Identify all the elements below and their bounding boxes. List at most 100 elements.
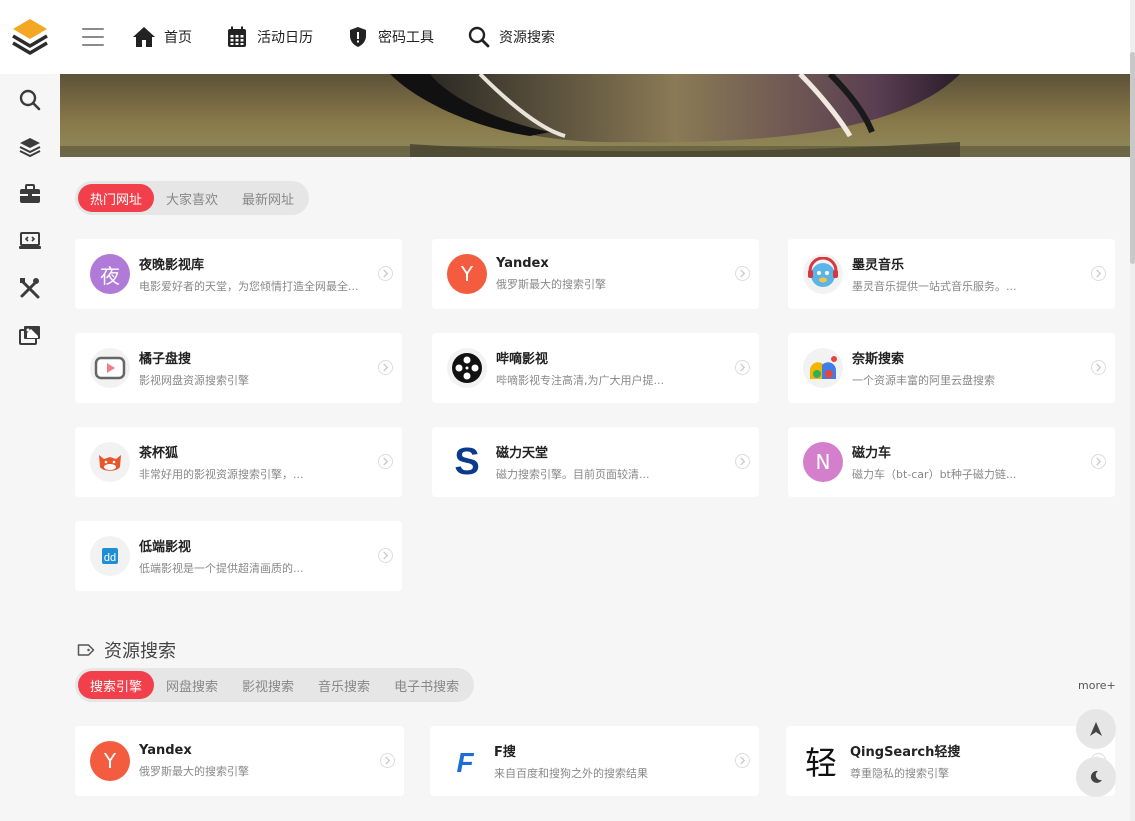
search-site-card-desc: 来自百度和搜狗之外的搜索结果	[494, 767, 648, 780]
search-site-card-avatar-text: Y	[103, 749, 117, 773]
hot-site-card-name: 磁力天堂	[496, 446, 549, 461]
section-title-resource-search: 资源搜索	[76, 637, 176, 663]
nav-calendar-label: 活动日历	[257, 30, 313, 46]
hot-site-card-text: 磁力车 磁力车（bt-car）bt种子磁力链...	[852, 442, 1087, 482]
page-scrollbar[interactable]	[1130, 0, 1135, 821]
svg-text:dd: dd	[104, 552, 116, 564]
hot-site-card[interactable]: 茶杯狐非常好用的影视资源搜索引擎，...	[75, 427, 402, 497]
search-site-card-text: Yandex 俄罗斯最大的搜索引擎	[139, 743, 374, 779]
hot-site-card[interactable]: 夜夜晚影视库电影爱好者的天堂，为您倾情打造全网最全...	[75, 239, 402, 309]
chevron-right-icon[interactable]	[378, 548, 393, 563]
arrow-up-icon	[1090, 722, 1102, 736]
hot-site-card[interactable]: 哔嘀影视 哔嘀影视专注高清,为广大用户提...	[432, 333, 759, 403]
site-logo[interactable]	[0, 0, 60, 74]
hot-site-card-name: 低端影视	[139, 540, 192, 555]
tab-hot-sites[interactable]: 热门网址	[78, 184, 155, 212]
nav-resource-search[interactable]: 资源搜索	[467, 25, 555, 49]
chevron-right-icon[interactable]	[735, 266, 750, 281]
hot-site-card-name: 橘子盘搜	[139, 352, 192, 367]
hot-site-card-avatar	[803, 348, 843, 388]
search-site-card-text: F搜来自百度和搜狗之外的搜索结果	[494, 741, 729, 781]
chevron-right-icon[interactable]	[1091, 266, 1106, 281]
top-header: 首页 活动日历 密码工具 资源搜索	[60, 0, 1130, 74]
hot-site-card-avatar: S	[447, 442, 487, 482]
nav-home-label: 首页	[164, 30, 192, 46]
svg-text:F: F	[456, 747, 474, 778]
hero-banner-image	[60, 74, 1130, 157]
chevron-right-icon[interactable]	[378, 266, 393, 281]
chevron-right-icon[interactable]	[378, 454, 393, 469]
chevron-right-icon[interactable]	[1091, 360, 1106, 375]
chevron-right-icon[interactable]	[1091, 454, 1106, 469]
hamburger-menu-icon[interactable]	[82, 28, 104, 46]
tab-latest-sites[interactable]: 最新网址	[230, 184, 306, 212]
tab-movie-search[interactable]: 影视搜索	[230, 671, 306, 699]
nav-calendar[interactable]: 活动日历	[225, 25, 313, 49]
nav-password-tool[interactable]: 密码工具	[346, 25, 434, 49]
hot-site-card-name: 茶杯狐	[139, 446, 179, 461]
hot-site-card-avatar-text: Y	[460, 262, 474, 286]
tab-ebook-search[interactable]: 电子书搜索	[382, 671, 471, 699]
tab-netdisk-search[interactable]: 网盘搜索	[154, 671, 230, 699]
chevron-right-icon[interactable]	[378, 360, 393, 375]
hot-site-card-desc: 一个资源丰富的阿里云盘搜索	[852, 374, 995, 387]
sidebar-photo-gallery-icon[interactable]	[0, 311, 60, 358]
hot-site-card[interactable]: dd 低端影视低端影视是一个提供超清画质的...	[75, 521, 402, 591]
back-to-top-button[interactable]	[1076, 709, 1116, 749]
hot-site-card[interactable]: N 磁力车 磁力车（bt-car）bt种子磁力链...	[788, 427, 1115, 497]
chevron-right-icon[interactable]	[735, 753, 750, 768]
hot-site-card-desc: 墨灵音乐提供一站式音乐服务。...	[852, 280, 1017, 293]
hot-site-card-text: 茶杯狐非常好用的影视资源搜索引擎，...	[139, 442, 374, 482]
tab-everyone-likes[interactable]: 大家喜欢	[154, 184, 230, 212]
tab-music-search[interactable]: 音乐搜索	[306, 671, 382, 699]
hot-site-card-desc: 低端影视是一个提供超清画质的...	[139, 562, 304, 575]
more-link[interactable]: more+	[1078, 679, 1116, 692]
hot-site-card-avatar-text: N	[815, 450, 831, 474]
search-site-card[interactable]: Y Yandex 俄罗斯最大的搜索引擎	[75, 726, 404, 796]
hot-site-card-text: 墨灵音乐 墨灵音乐提供一站式音乐服务。...	[852, 254, 1087, 294]
search-site-card[interactable]: 轻 QingSearch轻搜 尊重隐私的搜索引擎	[786, 726, 1115, 796]
nav-password-tool-label: 密码工具	[378, 30, 434, 46]
hot-site-card[interactable]: Y Yandex 俄罗斯最大的搜索引擎	[432, 239, 759, 309]
section-title-text: 资源搜索	[104, 641, 176, 662]
scrollbar-thumb[interactable]	[1130, 52, 1135, 264]
hot-site-card-avatar: dd	[90, 536, 130, 576]
hot-site-card-name: 奈斯搜索	[852, 352, 905, 367]
search-site-card-avatar: F	[445, 741, 485, 781]
nav-resource-search-label: 资源搜索	[499, 30, 555, 46]
hot-site-card[interactable]: 墨灵音乐 墨灵音乐提供一站式音乐服务。...	[788, 239, 1115, 309]
hot-site-card-desc: 俄罗斯最大的搜索引擎	[496, 278, 606, 291]
chevron-right-icon[interactable]	[380, 753, 395, 768]
sidebar-tools-icon[interactable]	[0, 264, 60, 311]
search-icon	[468, 26, 490, 48]
hot-site-card[interactable]: 橘子盘搜 影视网盘资源搜索引擎	[75, 333, 402, 403]
chevron-right-icon[interactable]	[735, 360, 750, 375]
nav-home[interactable]: 首页	[132, 25, 192, 49]
left-sidebar	[0, 0, 60, 821]
hot-site-card[interactable]: S 磁力天堂 磁力搜索引擎。目前页面较清...	[432, 427, 759, 497]
svg-text:轻: 轻	[805, 744, 837, 780]
sidebar-search-icon[interactable]	[0, 76, 60, 123]
sidebar-laptop-code-icon[interactable]	[0, 217, 60, 264]
hot-site-card-desc: 电影爱好者的天堂，为您倾情打造全网最全...	[139, 280, 359, 293]
chevron-right-icon[interactable]	[735, 454, 750, 469]
search-site-card-desc: 俄罗斯最大的搜索引擎	[139, 765, 249, 778]
hot-site-card-avatar	[90, 442, 130, 482]
search-site-card[interactable]: F F搜来自百度和搜狗之外的搜索结果	[430, 726, 759, 796]
dark-mode-toggle-button[interactable]	[1076, 757, 1116, 797]
search-site-card-name: F搜	[494, 745, 516, 760]
calendar-icon	[228, 26, 246, 47]
hot-site-card-desc: 哔嘀影视专注高清,为广大用户提...	[496, 374, 664, 387]
tab-search-engine[interactable]: 搜索引擎	[78, 671, 155, 699]
hot-site-card-name: 夜晚影视库	[139, 258, 205, 273]
hot-site-card-name: Yandex	[496, 256, 549, 271]
hot-site-card-desc: 非常好用的影视资源搜索引擎，...	[139, 468, 304, 481]
hot-site-card-text: 橘子盘搜 影视网盘资源搜索引擎	[139, 348, 374, 388]
hot-site-card-avatar: 夜	[90, 254, 130, 294]
layers-logo-icon	[12, 19, 48, 55]
sidebar-layers-icon[interactable]	[0, 123, 60, 170]
search-site-card-desc: 尊重隐私的搜索引擎	[850, 767, 949, 780]
hot-site-card-avatar: Y	[447, 254, 487, 294]
sidebar-toolbox-icon[interactable]	[0, 170, 60, 217]
hot-site-card[interactable]: 奈斯搜索一个资源丰富的阿里云盘搜索	[788, 333, 1115, 403]
